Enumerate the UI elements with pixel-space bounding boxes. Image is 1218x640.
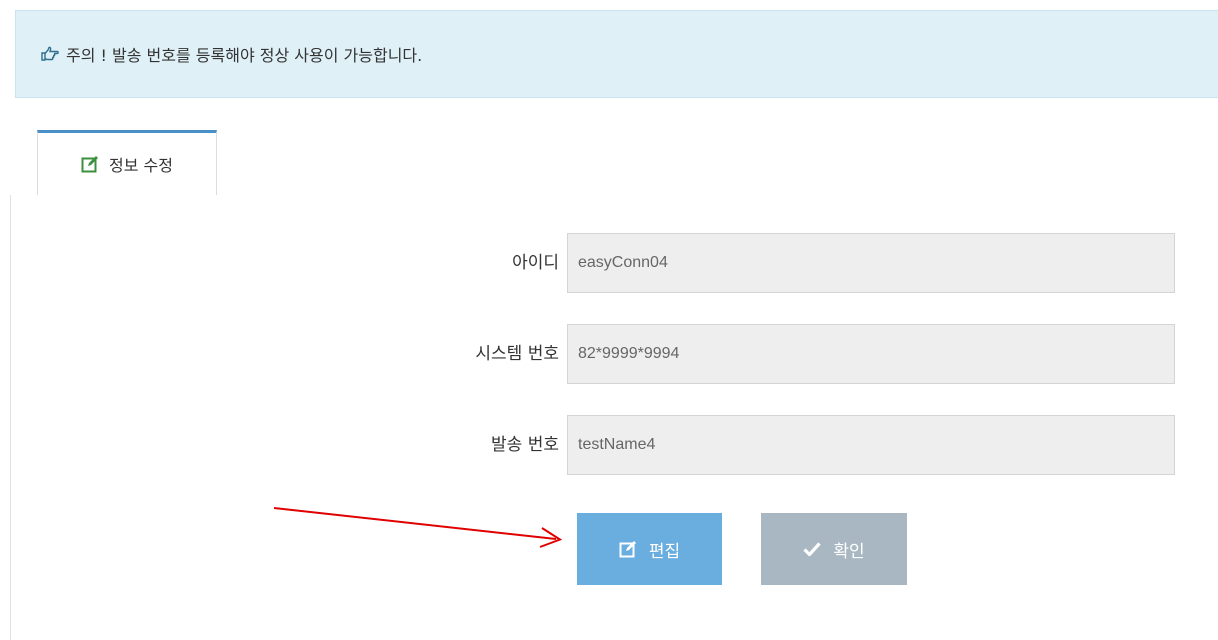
tab-label: 정보 수정 [109,156,173,175]
notice-alert: 주의 ! 발송 번호를 등록해야 정상 사용이 가능합니다. [15,10,1218,98]
edit-button[interactable]: 편집 [577,513,722,585]
confirm-button-label: 확인 [833,541,865,562]
check-icon [803,540,822,558]
system-number-label: 시스템 번호 [475,344,559,364]
id-row: 아이디 easyConn04 [11,233,1218,293]
edit-icon [81,155,99,173]
sender-number-row: 발송 번호 testName4 [11,415,1218,475]
notice-text: 주의 ! 발송 번호를 등록해야 정상 사용이 가능합니다. [66,46,423,65]
confirm-button[interactable]: 확인 [761,513,907,585]
sender-number-field[interactable]: testName4 [567,415,1175,475]
id-field[interactable]: easyConn04 [567,233,1175,293]
tab-bar: 정보 수정 [10,130,1218,196]
edit-button-label: 편집 [648,541,681,562]
sender-number-label: 발송 번호 [491,435,559,455]
edit-info-panel: 아이디 easyConn04 시스템 번호 82*9999*9994 발송 번호… [10,195,1218,640]
system-number-row: 시스템 번호 82*9999*9994 [11,324,1218,384]
tab-edit-info[interactable]: 정보 수정 [37,130,217,196]
system-number-field[interactable]: 82*9999*9994 [567,324,1175,384]
edit-icon [619,540,637,558]
hand-pointing-right-icon [41,46,59,62]
id-label: 아이디 [512,253,559,273]
